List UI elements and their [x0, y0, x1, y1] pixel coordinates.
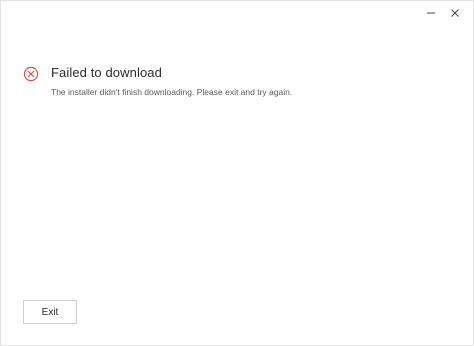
installer-window: Failed to download The installer didn't … [0, 0, 474, 346]
close-icon [451, 9, 459, 17]
error-message: The installer didn't finish downloading.… [51, 87, 293, 97]
minimize-button[interactable] [419, 3, 443, 23]
error-circle-x-icon [23, 66, 39, 82]
close-button[interactable] [443, 3, 467, 23]
window-controls [419, 3, 467, 23]
error-title: Failed to download [51, 65, 162, 80]
exit-button[interactable]: Exit [23, 300, 77, 324]
minimize-icon [427, 12, 435, 14]
